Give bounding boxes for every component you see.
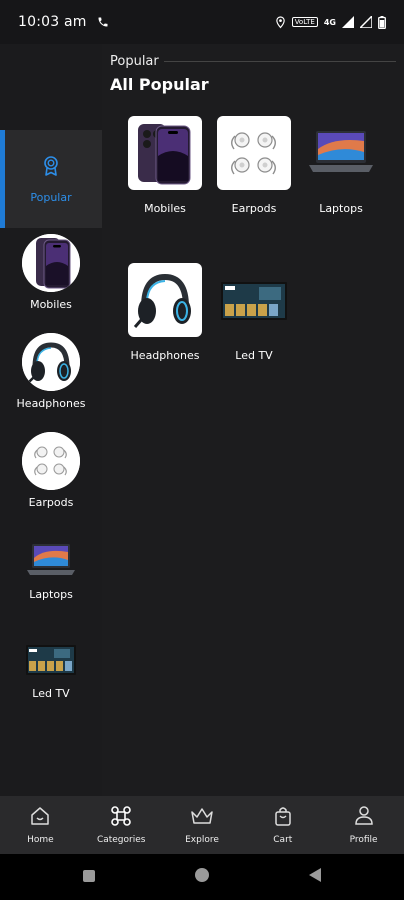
headphones-image [128,263,202,337]
home-icon [29,805,51,831]
nav-home[interactable]: Home [0,796,81,854]
active-indicator [0,130,5,228]
section-divider [164,61,396,62]
signal-icon-2 [360,16,372,28]
grid-item-headphones[interactable]: Headphones [124,263,206,362]
nav-label: Explore [185,835,219,845]
led-tv-image [217,263,291,337]
nav-label: Profile [349,835,378,845]
categories-icon [110,805,132,831]
main-content: Popular All Popular Mobiles Earpods Lapt… [102,44,404,796]
grid-item-label: Headphones [130,349,200,362]
grid-item-led-tv[interactable]: Led TV [213,263,295,362]
square-icon[interactable] [82,868,96,887]
sidebar-item-label: Headphones [16,397,86,410]
sidebar-item-label: Laptops [29,588,73,601]
status-bar: 10:03 am VoLTE 4G [0,0,404,44]
location-icon [275,15,286,29]
grid-item-label: Earpods [231,202,277,215]
nav-label: Home [27,835,54,845]
grid-item-label: Mobiles [144,202,186,215]
sidebar-item-popular[interactable]: Popular [0,130,102,228]
sidebar-item-headphones[interactable]: Headphones [0,333,102,410]
earpods-thumbnail [22,432,80,490]
phone-call-icon [97,16,109,28]
grid-item-earpods[interactable]: Earpods [213,116,295,215]
nav-label: Categories [96,835,146,845]
volte-badge: VoLTE [291,17,318,27]
triangle-back-icon[interactable] [308,867,322,887]
sidebar-item-earpods[interactable]: Earpods [0,432,102,509]
nav-explore[interactable]: Explore [162,796,243,854]
status-time: 10:03 am [18,14,87,30]
sidebar-item-label: Mobiles [30,298,72,311]
grid-item-label: Led TV [235,349,273,362]
mobiles-thumbnail [22,234,80,292]
grid-item-mobiles[interactable]: Mobiles [124,116,206,215]
section-header: Popular [110,54,159,69]
page-title: All Popular [110,75,209,94]
sidebar-item-label: Earpods [28,496,74,509]
grid-item-label: Laptops [319,202,363,215]
laptops-image [304,116,378,190]
sidebar-item-label: Led TV [32,687,70,700]
nav-label: Cart [273,835,293,845]
network-type: 4G [323,17,336,27]
earpods-image [217,116,291,190]
mobiles-image [128,116,202,190]
circle-icon[interactable] [194,867,210,887]
sidebar-item-label: Popular [30,190,72,204]
headphones-thumbnail [22,333,80,391]
sidebar-item-led-tv[interactable]: Led TV [0,637,102,700]
sidebar-item-laptops[interactable]: Laptops [0,538,102,601]
led-tv-thumbnail [22,637,80,681]
sidebar-item-mobiles[interactable]: Mobiles [0,234,102,311]
award-icon [42,155,60,181]
nav-cart[interactable]: Cart [242,796,323,854]
nav-categories[interactable]: Categories [81,796,162,854]
signal-icon [342,16,354,28]
bag-icon [273,805,293,831]
user-icon [354,805,374,831]
system-navigation-bar [0,854,404,900]
laptops-thumbnail [22,538,80,582]
nav-profile[interactable]: Profile [323,796,404,854]
category-sidebar: Popular Mobiles Headphones Earpods Lapto… [0,44,102,796]
grid-item-laptops[interactable]: Laptops [300,116,382,215]
bottom-navigation: Home Categories Explore Cart Profile [0,796,404,854]
battery-icon [378,15,386,29]
crown-icon [190,805,214,831]
